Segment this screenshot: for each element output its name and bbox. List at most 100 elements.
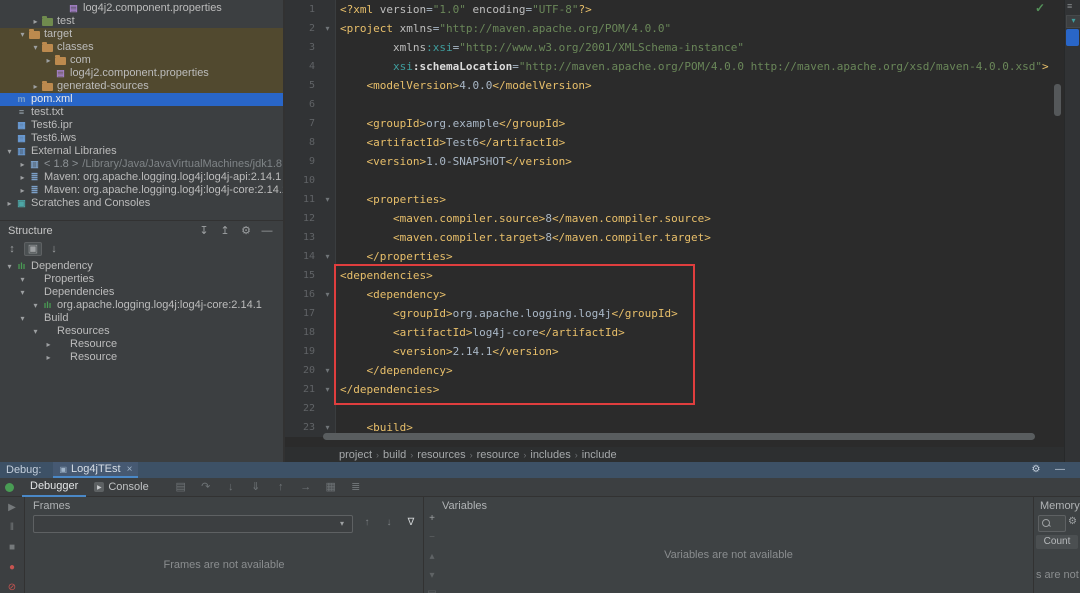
tree-item[interactable]: ▾▥External Libraries bbox=[0, 145, 283, 158]
breadcrumb-item[interactable]: project bbox=[339, 449, 372, 461]
close-session-icon[interactable]: × bbox=[127, 464, 133, 475]
code-line-5[interactable]: 5 <modelVersion>4.0.0</modelVersion> bbox=[285, 76, 1064, 95]
code-line-11[interactable]: 11▾ <properties> bbox=[285, 190, 1064, 209]
sort-icon[interactable]: ↕ bbox=[6, 243, 18, 255]
code-line-21[interactable]: 21▾</dependencies> bbox=[285, 380, 1064, 399]
tree-item[interactable]: ▾target bbox=[0, 28, 283, 41]
code-line-8[interactable]: 8 <artifactId>Test6</artifactId> bbox=[285, 133, 1064, 152]
fold-marker-icon[interactable]: ▾ bbox=[320, 380, 336, 399]
code-line-4[interactable]: 4 xsi:schemaLocation="http://maven.apach… bbox=[285, 57, 1064, 76]
fold-marker-icon[interactable]: ▾ bbox=[320, 285, 336, 304]
view-layout-icon[interactable]: ▦ bbox=[325, 481, 337, 493]
tree-item[interactable]: ▾Dependencies bbox=[0, 286, 283, 299]
settings-icon[interactable]: ⚙ bbox=[1030, 464, 1042, 476]
tree-item[interactable]: ▾classes bbox=[0, 41, 283, 54]
group-icon[interactable]: ▣ bbox=[24, 242, 42, 256]
remove-watch-icon[interactable]: − bbox=[426, 532, 438, 544]
stripe-active-tool-button[interactable] bbox=[1066, 29, 1079, 46]
add-watch-icon[interactable]: + bbox=[426, 513, 438, 525]
chevron-collapsed-icon[interactable]: ▸ bbox=[17, 184, 28, 197]
code-line-17[interactable]: 17 <groupId>org.apache.logging.log4j</gr… bbox=[285, 304, 1064, 323]
code-line-12[interactable]: 12 <maven.compiler.source>8</maven.compi… bbox=[285, 209, 1064, 228]
memory-search-input[interactable] bbox=[1038, 515, 1066, 532]
step-out-icon[interactable]: ↑ bbox=[275, 481, 287, 493]
stripe-expand-icon[interactable]: ▾ bbox=[1066, 15, 1080, 28]
breadcrumb-item[interactable]: resources bbox=[417, 449, 465, 461]
chevron-collapsed-icon[interactable]: ▸ bbox=[30, 15, 41, 28]
code-line-13[interactable]: 13 <maven.compiler.target>8</maven.compi… bbox=[285, 228, 1064, 247]
tree-item[interactable]: ▾Resources bbox=[0, 325, 283, 338]
fold-marker-icon[interactable]: ▾ bbox=[320, 247, 336, 266]
restore-layout-icon[interactable]: ≣ bbox=[350, 481, 362, 493]
breadcrumb-item[interactable]: includes bbox=[530, 449, 570, 461]
chevron-collapsed-icon[interactable]: ▸ bbox=[43, 338, 54, 351]
tree-item[interactable]: ▸≣Maven: org.apache.logging.log4j:log4j-… bbox=[0, 184, 283, 197]
tree-item[interactable]: ▸≣Maven: org.apache.logging.log4j:log4j-… bbox=[0, 171, 283, 184]
force-step-into-icon[interactable]: ⇓ bbox=[250, 481, 262, 493]
chevron-collapsed-icon[interactable]: ▸ bbox=[17, 171, 28, 184]
chevron-expanded-icon[interactable]: ▾ bbox=[4, 145, 15, 158]
tree-item[interactable]: ▤log4j2.component.properties bbox=[0, 67, 283, 80]
code-line-15[interactable]: 15<dependencies> bbox=[285, 266, 1064, 285]
chevron-expanded-icon[interactable]: ▾ bbox=[17, 28, 28, 41]
tree-item[interactable]: ▦Test6.iws bbox=[0, 132, 283, 145]
code-line-10[interactable]: 10 bbox=[285, 171, 1064, 190]
hide-panel-icon[interactable]: — bbox=[261, 225, 273, 237]
tab-console[interactable]: ▶Console bbox=[86, 478, 156, 497]
expand-all-icon[interactable]: ↧ bbox=[198, 225, 210, 237]
thread-dropdown[interactable]: ▾ bbox=[33, 515, 353, 533]
tree-item[interactable]: ▦Test6.ipr bbox=[0, 119, 283, 132]
code-line-7[interactable]: 7 <groupId>org.example</groupId> bbox=[285, 114, 1064, 133]
code-editor[interactable]: 1<?xml version="1.0" encoding="UTF-8"?>2… bbox=[285, 0, 1064, 447]
chevron-expanded-icon[interactable]: ▾ bbox=[17, 312, 28, 325]
tree-item[interactable]: ▸com bbox=[0, 54, 283, 67]
breadcrumb-item[interactable]: build bbox=[383, 449, 406, 461]
tree-item[interactable]: ▤log4j2.component.properties bbox=[0, 2, 283, 15]
vertical-scrollbar[interactable] bbox=[1054, 84, 1061, 116]
code-line-16[interactable]: 16▾ <dependency> bbox=[285, 285, 1064, 304]
chevron-expanded-icon[interactable]: ▾ bbox=[17, 273, 28, 286]
tree-item[interactable]: ▸▥< 1.8 >/Library/Java/JavaVirtualMachin… bbox=[0, 158, 283, 171]
tree-item[interactable]: ▸Resource bbox=[0, 351, 283, 364]
chevron-expanded-icon[interactable]: ▾ bbox=[4, 260, 15, 273]
mute-breakpoints-icon[interactable]: ⊘ bbox=[6, 582, 18, 593]
code-line-20[interactable]: 20▾ </dependency> bbox=[285, 361, 1064, 380]
chevron-expanded-icon[interactable]: ▾ bbox=[30, 325, 41, 338]
tree-item[interactable]: ▾Build bbox=[0, 312, 283, 325]
debug-session-tab[interactable]: ▣ Log4jTEst × bbox=[53, 462, 138, 478]
tree-item[interactable]: ▸▣Scratches and Consoles bbox=[0, 197, 283, 210]
code-line-19[interactable]: 19 <version>2.14.1</version> bbox=[285, 342, 1064, 361]
autoscroll-icon[interactable]: ↓ bbox=[48, 243, 60, 255]
code-line-18[interactable]: 18 <artifactId>log4j-core</artifactId> bbox=[285, 323, 1064, 342]
tab-debugger[interactable]: Debugger bbox=[22, 478, 86, 497]
horizontal-scrollbar[interactable] bbox=[323, 433, 1035, 440]
hide-panel-icon[interactable]: — bbox=[1054, 464, 1066, 476]
code-line-22[interactable]: 22 bbox=[285, 399, 1064, 418]
tree-item[interactable]: ▾Properties bbox=[0, 273, 283, 286]
chevron-collapsed-icon[interactable]: ▸ bbox=[17, 158, 28, 171]
step-into-icon[interactable]: ↓ bbox=[225, 481, 237, 493]
chevron-collapsed-icon[interactable]: ▸ bbox=[30, 80, 41, 93]
chevron-expanded-icon[interactable]: ▾ bbox=[30, 41, 41, 54]
resume-icon[interactable]: ▶ bbox=[6, 502, 18, 514]
filter-icon[interactable]: ∇ bbox=[405, 517, 417, 529]
settings-icon[interactable]: ⚙ bbox=[240, 225, 252, 237]
tree-item[interactable]: mpom.xml bbox=[0, 93, 283, 106]
chevron-expanded-icon[interactable]: ▾ bbox=[17, 286, 28, 299]
code-line-2[interactable]: 2▾<project xmlns="http://maven.apache.or… bbox=[285, 19, 1064, 38]
stripe-menu-icon[interactable]: ≡ bbox=[1067, 1, 1072, 11]
move-down-icon[interactable]: ▾ bbox=[426, 570, 438, 582]
fold-marker-icon[interactable]: ▾ bbox=[320, 361, 336, 380]
fold-marker-icon[interactable]: ▾ bbox=[320, 19, 336, 38]
duplicate-icon[interactable]: ▤ bbox=[426, 589, 438, 593]
tree-item[interactable]: ▾ılıDependency bbox=[0, 260, 283, 273]
tree-item[interactable]: ▸generated-sources bbox=[0, 80, 283, 93]
up-arrow-icon[interactable]: ↑ bbox=[361, 517, 373, 529]
tree-item[interactable]: ≡test.txt bbox=[0, 106, 283, 119]
memory-settings-icon[interactable]: ⚙ bbox=[1068, 516, 1077, 527]
chevron-expanded-icon[interactable]: ▾ bbox=[30, 299, 41, 312]
code-line-14[interactable]: 14▾ </properties> bbox=[285, 247, 1064, 266]
chevron-collapsed-icon[interactable]: ▸ bbox=[43, 54, 54, 67]
breadcrumb-item[interactable]: include bbox=[582, 449, 617, 461]
stop-icon[interactable]: ■ bbox=[6, 542, 18, 554]
